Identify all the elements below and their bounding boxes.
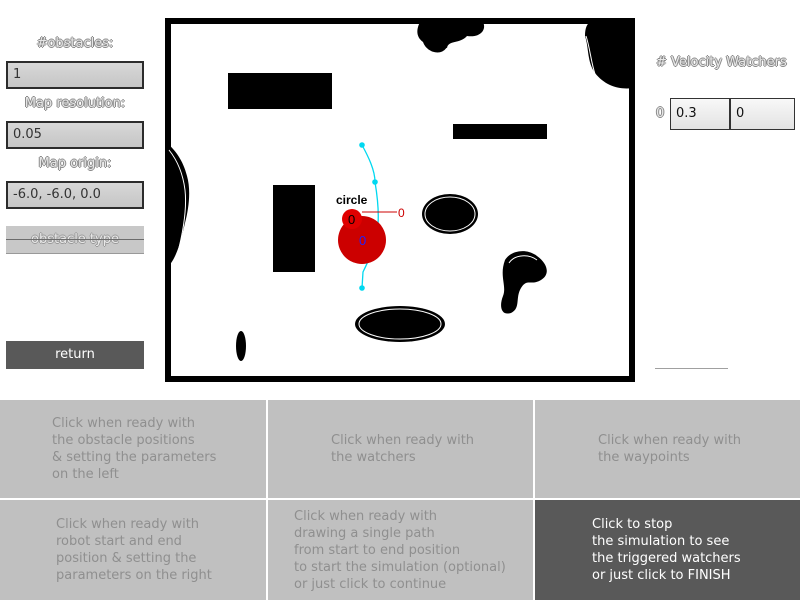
obstacle-ellipse-right xyxy=(422,194,478,234)
step-robot-text: Click when ready with robot start and en… xyxy=(56,517,212,583)
step-finish-button[interactable]: Click to stop the simulation to see the … xyxy=(535,500,800,600)
map-resolution-label: Map resolution: xyxy=(24,96,126,111)
map-origin-input[interactable]: -6.0, -6.0, 0.0 xyxy=(6,181,144,209)
obstacles-label: #obstacles: xyxy=(36,36,114,51)
step-path-text: Click when ready with drawing a single p… xyxy=(294,508,506,592)
return-button[interactable]: return xyxy=(6,341,144,369)
obstacle-name-text: circle xyxy=(336,193,368,207)
step-waypoints-button[interactable]: Click when ready with the waypoints xyxy=(535,400,800,498)
strike-line xyxy=(6,239,144,240)
map-origin-label: Map origin: xyxy=(38,156,112,171)
obstacle-rect-right xyxy=(453,124,547,139)
obstacle-rect-top-left xyxy=(228,73,332,109)
step-watchers-button[interactable]: Click when ready with the watchers xyxy=(268,400,533,498)
waypoint-dot[interactable] xyxy=(359,285,365,291)
waypoint-dot[interactable] xyxy=(359,142,365,148)
step-finish-text: Click to stop the simulation to see the … xyxy=(592,517,741,583)
step-obstacles-button[interactable]: Click when ready with the obstacle posit… xyxy=(0,400,266,498)
waypoint-dot[interactable] xyxy=(372,179,378,185)
map-canvas[interactable]: circle 0 0 0 xyxy=(165,18,635,382)
robot-start-label: 0 xyxy=(348,212,355,227)
obstacle-type-dropdown[interactable]: obstacle type xyxy=(6,226,144,254)
watcher-row-index: 0 xyxy=(656,106,665,121)
obstacle-rect-center xyxy=(273,185,315,272)
velocity-watchers-title: # Velocity Watchers xyxy=(656,55,787,70)
separator-line xyxy=(655,368,728,369)
step-waypoints-text: Click when ready with the waypoints xyxy=(598,433,742,465)
obstacles-count-input[interactable]: 1 xyxy=(6,61,144,89)
step-path-button[interactable]: Click when ready with drawing a single p… xyxy=(268,500,533,600)
obstacle-ellipse-bottom xyxy=(355,306,445,342)
watcher-second-input[interactable]: 0 xyxy=(730,98,795,130)
velocity-input[interactable]: 0.3 xyxy=(670,98,730,130)
velocity-label: 0 xyxy=(359,233,366,248)
step-robot-button[interactable]: Click when ready with robot start and en… xyxy=(0,500,266,600)
obstacle-ellipse-small xyxy=(236,331,246,361)
step-obstacles-text: Click when ready with the obstacle posit… xyxy=(52,416,217,482)
robot-end-label: 0 xyxy=(398,206,405,220)
map-resolution-input[interactable]: 0.05 xyxy=(6,121,144,149)
step-watchers-text: Click when ready with the watchers xyxy=(331,433,475,465)
